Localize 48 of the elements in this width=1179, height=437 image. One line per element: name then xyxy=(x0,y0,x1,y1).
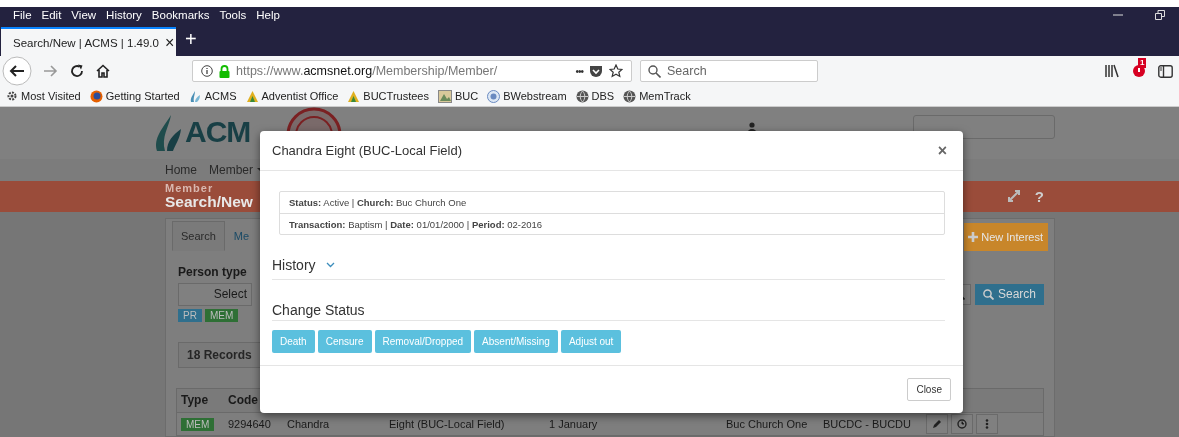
bookmark-item[interactable]: Getting Started xyxy=(105,90,180,102)
search-field[interactable]: Search xyxy=(640,60,818,82)
bookmark-item[interactable]: ACMS xyxy=(204,90,237,102)
info-text: Transaction: Baptism | Date: 01/01/2000 | Period: 02-2016 xyxy=(289,218,543,230)
history-toggle[interactable]: History xyxy=(272,257,316,273)
menu-item[interactable]: Help xyxy=(256,8,280,21)
section-heading: Change Status xyxy=(272,302,365,318)
field-label: Person type xyxy=(178,265,247,279)
tab-title: Search/New | ACMS | 1.49.0 xyxy=(13,36,159,49)
nav-link[interactable]: Member xyxy=(209,162,254,177)
page-actions-button[interactable]: ••• xyxy=(575,65,583,77)
table-cell: 1 January xyxy=(549,418,598,430)
column-header: Type xyxy=(181,393,209,408)
bookmark-item[interactable]: Adventist Office xyxy=(261,90,339,102)
bookmark-item[interactable]: BUCTrustees xyxy=(363,90,429,102)
notification-badge: 1 xyxy=(1138,58,1147,68)
menu-item[interactable]: File xyxy=(13,8,32,21)
close-button[interactable]: × xyxy=(937,141,947,160)
records-count: 18 Records xyxy=(178,342,261,368)
new-tab-button[interactable]: + xyxy=(176,27,206,51)
bookmark-item[interactable]: BUC xyxy=(454,90,479,102)
table-cell: Buc Church One xyxy=(726,418,808,430)
menu-item[interactable]: Bookmarks xyxy=(151,8,210,21)
page-title: Search/New xyxy=(165,194,253,210)
info-text: Status: Active | Church: Buc Church One xyxy=(289,197,467,208)
table-cell: 9294640 xyxy=(228,418,271,430)
table-cell: Eight (BUC-Local Field) xyxy=(389,418,505,430)
table-cell: BUCDC - BUCDU xyxy=(823,418,911,430)
column-header: Code xyxy=(228,393,258,408)
bookmark-item[interactable]: MemTrack xyxy=(639,90,691,102)
modal-title: Chandra Eight (BUC-Local Field) xyxy=(272,143,464,158)
url-text: https://www.acmsnet.org/Membership/Member/ xyxy=(236,64,498,78)
bookmark-item[interactable]: DBS xyxy=(591,90,615,102)
table-cell: Chandra xyxy=(287,418,330,430)
browser-tab[interactable]: Search/New | ACMS | 1.49.0 × xyxy=(1,27,176,56)
help-icon[interactable]: ? xyxy=(1034,187,1044,205)
menu-item[interactable]: History xyxy=(106,8,142,21)
person-type-select[interactable]: Select xyxy=(178,283,252,306)
address-bar[interactable]: https://www.acmsnet.org/Membership/Member/ ••• xyxy=(192,60,632,82)
type-tag: MEM xyxy=(181,418,215,431)
tab-close-button[interactable]: × xyxy=(164,33,175,52)
bookmark-item[interactable]: Most Visited xyxy=(21,90,81,102)
menu-item[interactable]: Edit xyxy=(41,8,62,21)
bookmark-item[interactable]: BWebstream xyxy=(503,90,567,102)
menu-item[interactable]: View xyxy=(71,8,97,21)
section-label: Member xyxy=(165,183,215,195)
close-button[interactable]: Close xyxy=(907,378,951,401)
menu-item[interactable]: Tools xyxy=(219,8,247,21)
